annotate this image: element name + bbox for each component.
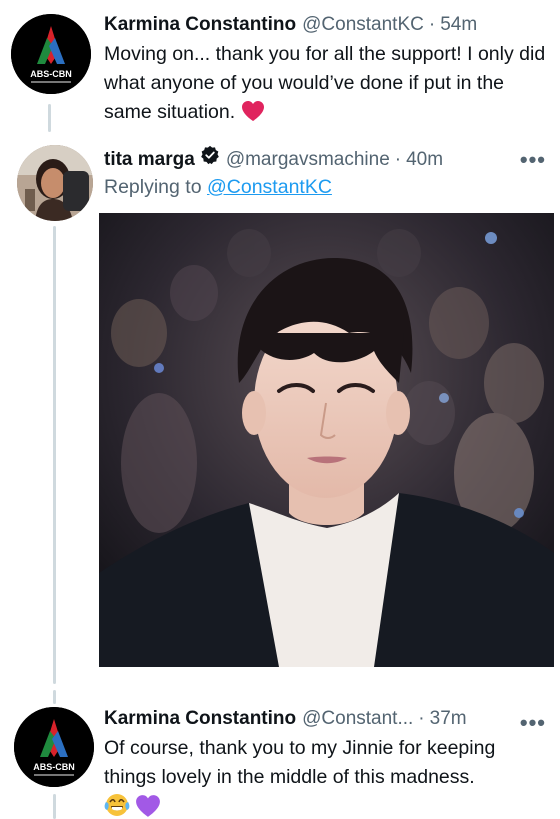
tweet-header: Karmina Constantino @ConstantKC · 54m — [104, 14, 546, 36]
replying-to-prefix: Replying to — [104, 176, 207, 198]
thread-line — [53, 794, 56, 819]
author-name[interactable]: Karmina Constantino — [104, 14, 296, 36]
avatar-abscbn[interactable]: ABS-CBN — [14, 707, 94, 787]
separator-dot: · — [428, 14, 436, 35]
tweet-header: tita marga @margavsmachine · 40m — [104, 145, 546, 171]
timestamp[interactable]: 40m — [406, 149, 443, 171]
abscbn-logo-text: ABS-CBN — [30, 69, 72, 79]
separator-dot: · — [394, 149, 402, 170]
author-handle[interactable]: @Constant... — [302, 708, 413, 730]
tweet-header: Karmina Constantino @Constant... · 37m — [104, 708, 546, 730]
abscbn-logo-text: ABS-CBN — [33, 762, 75, 772]
tweet-karmina-1[interactable]: ABS-CBN Karmina Constantino @ConstantKC … — [0, 0, 560, 135]
tweet-text: Of course, thank you to my Jinnie for ke… — [104, 734, 548, 819]
abscbn-logo-icon: ABS-CBN — [14, 707, 94, 787]
purple-heart-icon — [136, 795, 161, 817]
more-options-icon[interactable]: ••• — [520, 147, 546, 173]
avatar-tita-marga[interactable] — [17, 145, 93, 221]
tweet-text-content: Of course, thank you to my Jinnie for ke… — [104, 737, 496, 788]
verified-badge-icon — [200, 145, 219, 165]
timestamp[interactable]: 54m — [440, 14, 477, 36]
thread-line — [53, 226, 56, 684]
profile-photo-icon — [17, 145, 93, 221]
author-name[interactable]: tita marga — [104, 149, 195, 171]
author-handle[interactable]: @ConstantKC — [302, 14, 424, 36]
more-options-icon[interactable]: ••• — [520, 710, 546, 736]
tweet-text: Moving on... thank you for all the suppo… — [104, 40, 548, 127]
replying-to-link[interactable]: @ConstantKC — [207, 176, 332, 198]
author-handle[interactable]: @margavsmachine — [226, 149, 390, 171]
tweet-karmina-2[interactable]: ABS-CBN Karmina Constantino @Constant...… — [0, 690, 560, 819]
portrait-photo-icon — [99, 213, 554, 667]
separator-dot: · — [418, 708, 425, 729]
timestamp[interactable]: 37m — [430, 708, 467, 730]
abscbn-logo-icon: ABS-CBN — [11, 14, 91, 94]
replying-to: Replying to @ConstantKC — [104, 176, 332, 199]
face-with-tears-of-joy-icon — [104, 794, 130, 816]
tweet-photo[interactable] — [99, 213, 554, 667]
author-name[interactable]: Karmina Constantino — [104, 708, 296, 730]
thread-line — [48, 104, 51, 132]
tweet-text-content: Moving on... thank you for all the suppo… — [104, 43, 546, 123]
thread-line — [53, 690, 56, 704]
avatar-abscbn[interactable]: ABS-CBN — [11, 14, 91, 94]
red-heart-icon — [241, 101, 264, 121]
